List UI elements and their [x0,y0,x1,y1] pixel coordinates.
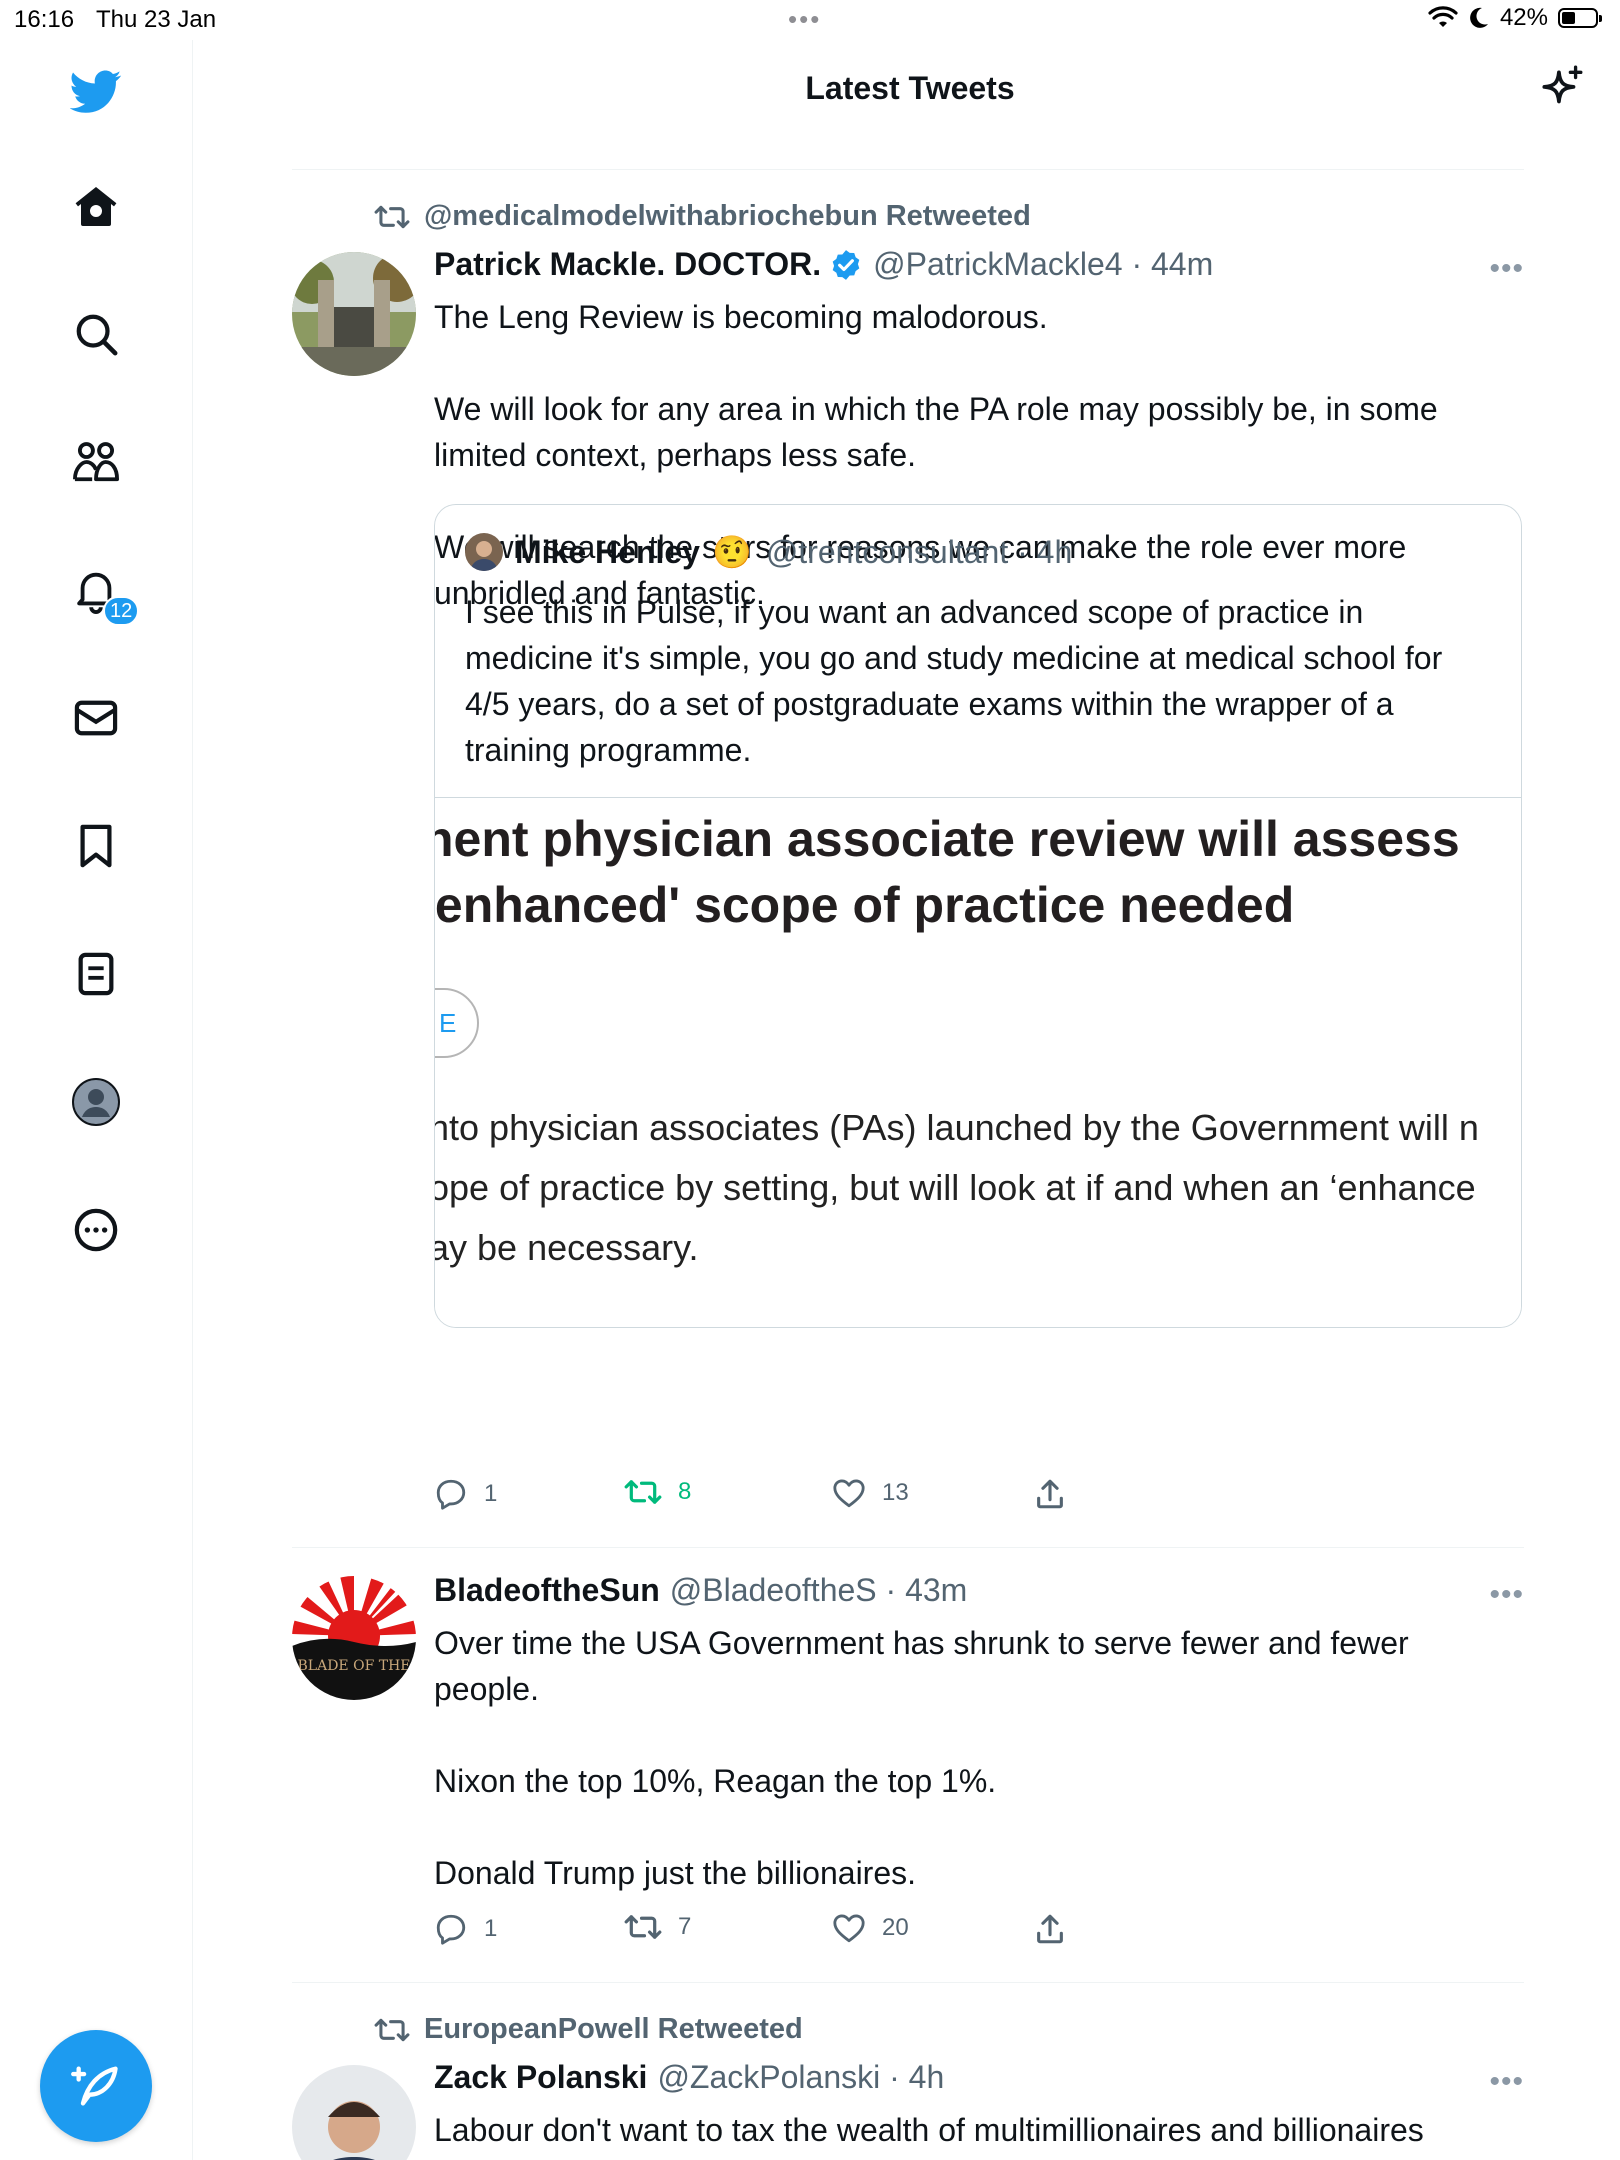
nav-search-icon[interactable] [70,308,122,360]
tweet-text: Over time the USA Government has shrunk … [434,1625,1409,1891]
verified-badge-icon [832,249,860,280]
like-button[interactable]: 13 [832,1477,909,1509]
media-body: nto physician associates (PAs) launched … [435,1107,1479,1268]
retweet-button[interactable]: 7 [624,1912,691,1942]
quote-author-name: Mike Henley [515,533,700,570]
svg-text:BLADE OF THE: BLADE OF THE [298,1658,411,1674]
author-handle[interactable]: @PatrickMackle4 · 44m [873,246,1213,283]
tweet-author-row: Zack Polanski @ZackPolanski · 4h [434,2059,944,2096]
battery-percent: 42% [1499,4,1548,31]
multitasking-dots-icon[interactable]: ••• [788,4,821,35]
author-name[interactable]: Zack Polanski [434,2059,647,2096]
compose-feather-icon [71,2066,118,2106]
quote-text: I see this in Pulse, if you want an adva… [465,594,1443,768]
retweet-icon [624,1915,662,1939]
reply-button[interactable]: 1 [434,1477,497,1511]
nav-bookmarks-icon[interactable] [70,820,122,872]
retweet-icon [374,2018,410,2041]
media-circle-element: E [435,988,479,1058]
retweet-context: EuropeanPowell Retweeted [374,2013,803,2046]
nav-communities-icon[interactable] [70,436,122,488]
tweet-actions: 1 7 20 [434,1912,1134,1952]
reply-icon [436,1914,466,1945]
tweet-author-row: BladeoftheSun @BladeoftheS · 43m [434,1572,967,1609]
author-name[interactable]: Patrick Mackle. DOCTOR. [434,246,821,283]
reply-icon [436,1479,466,1510]
retweet-icon [374,205,410,228]
page-title: Latest Tweets [805,70,1015,106]
media-circle-letter: E [439,1008,457,1038]
nav-messages-icon[interactable] [70,692,122,744]
nav-home-icon[interactable] [70,180,122,232]
nav-profile-avatar[interactable] [70,1076,122,1128]
notifications-badge: 12 [103,596,140,626]
tweet-more-icon[interactable]: ••• [1489,2065,1524,2099]
quoted-tweet[interactable]: Mike Henley 🤨 @trentconsultant · 4h I se… [434,504,1522,1328]
status-time: 16:16 [14,6,75,33]
media-headline: nent physician associate review will ass… [435,811,1460,933]
status-bar: 16:16 Thu 23 Jan ••• 42% [0,0,1620,40]
reply-button[interactable]: 1 [434,1912,497,1946]
reply-count: 1 [484,1915,498,1942]
author-handle[interactable]: @ZackPolanski · 4h [657,2059,944,2096]
quote-author-emoji: 🤨 [711,534,752,570]
share-button[interactable] [1034,1912,1066,1946]
retweet-context: @medicalmodelwithabriochebun Retweeted [374,200,1031,233]
sparkle-icon[interactable] [1536,64,1586,119]
heart-icon [833,1479,865,1508]
reply-count: 1 [484,1480,498,1507]
retweeted-by-label[interactable]: EuropeanPowell Retweeted [424,2013,803,2046]
retweet-count: 7 [678,1913,692,1940]
retweet-count: 8 [678,1478,692,1505]
compose-tweet-button[interactable] [40,2030,152,2142]
like-count: 20 [882,1914,909,1941]
share-button[interactable] [1034,1477,1066,1511]
tweet-text: Labour don't want to tax the wealth of m… [434,2112,1424,2148]
twitter-logo-icon[interactable] [70,66,122,118]
wifi-icon [1428,6,1458,27]
retweet-icon [624,1480,662,1504]
quote-avatar [465,533,503,571]
tweet-author-row: Patrick Mackle. DOCTOR. @PatrickMackle4 … [434,246,1213,283]
nav-more-icon[interactable] [70,1204,122,1256]
sidebar: 12 [0,40,193,2160]
author-handle[interactable]: @BladeoftheS · 43m [670,1572,968,1609]
quote-author-row: Mike Henley 🤨 @trentconsultant · 4h [465,533,1072,571]
tweet-card[interactable]: BLADE OF THE BladeoftheSun @BladeoftheS … [292,1548,1524,1982]
tweet-actions: 1 8 13 [434,1477,1134,1517]
moon-icon [1470,7,1488,28]
quote-media-image[interactable]: nent physician associate review will ass… [435,797,1521,1327]
tweet-card[interactable]: EuropeanPowell Retweeted Zack Polanski @… [292,1983,1524,2160]
share-icon [1037,1914,1063,1944]
retweeted-by-label[interactable]: @medicalmodelwithabriochebun Retweeted [424,200,1031,233]
like-count: 13 [882,1479,909,1506]
status-date: Thu 23 Jan [96,6,217,33]
tweet-more-icon[interactable]: ••• [1489,252,1524,286]
share-icon [1037,1479,1063,1509]
like-button[interactable]: 20 [832,1912,909,1944]
nav-lists-icon[interactable] [70,948,122,1000]
avatar[interactable]: BLADE OF THE [292,1576,416,1700]
tweet-card[interactable]: @medicalmodelwithabriochebun Retweeted P… [292,170,1524,1550]
tweet-more-icon[interactable]: ••• [1489,1578,1524,1612]
quote-author-handle: @trentconsultant · 4h [765,533,1073,570]
retweet-button[interactable]: 8 [624,1477,691,1507]
avatar[interactable] [292,2065,416,2160]
heart-icon [833,1914,865,1943]
avatar[interactable] [292,252,416,376]
status-indicators: 42% [1428,4,1602,32]
battery-icon [1558,8,1602,28]
author-name[interactable]: BladeoftheSun [434,1572,660,1609]
